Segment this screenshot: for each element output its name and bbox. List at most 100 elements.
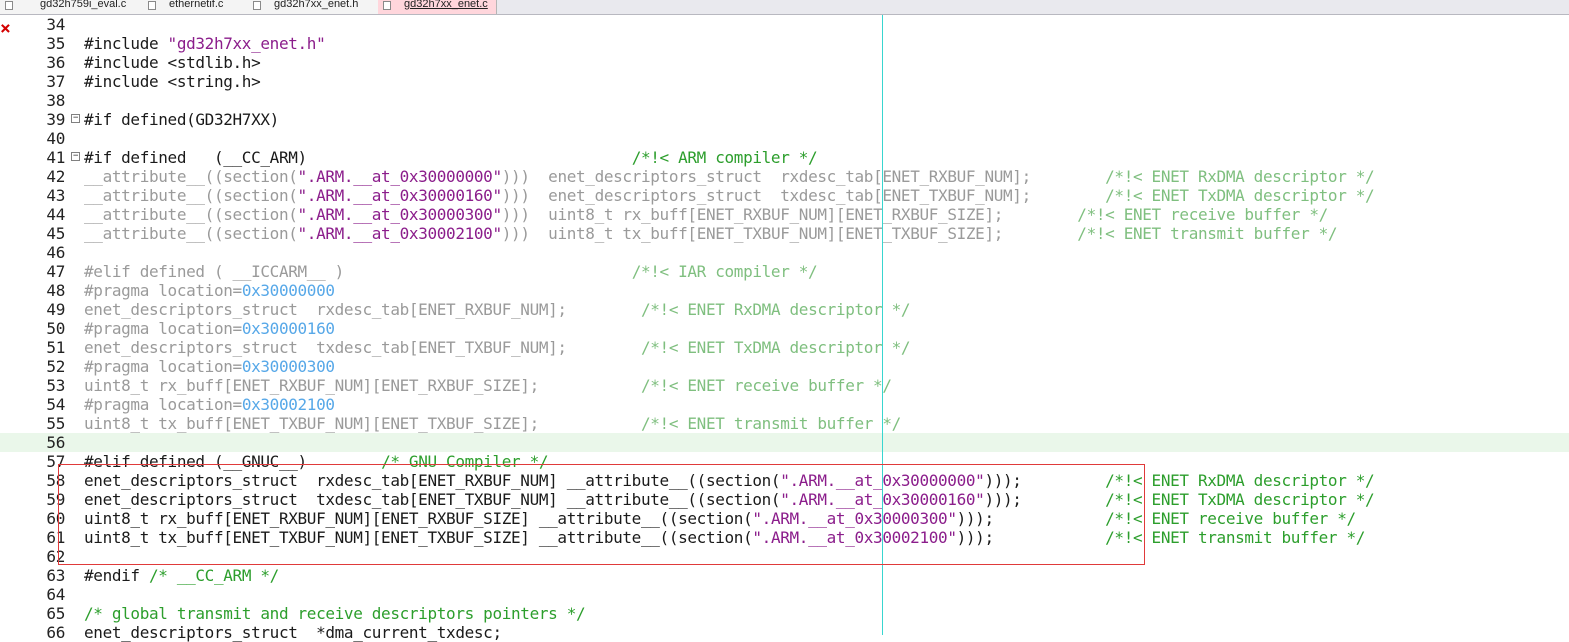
code-line[interactable]: 62 [0, 547, 1569, 566]
editor-tab-bar: gd32h759i_eval.c ethernetif.c gd32h7xx_e… [0, 0, 1569, 15]
code-line[interactable]: 50 #pragma location=0x30000160 [0, 319, 1569, 338]
line-number: 59 [46, 490, 65, 509]
code-line[interactable]: 37 #include <string.h> [0, 72, 1569, 91]
code-line[interactable]: 49 enet_descriptors_struct rxdesc_tab[ENE… [0, 300, 1569, 319]
code-line[interactable]: 56 [0, 433, 1569, 452]
code-line[interactable]: 43 __attribute__((section(".ARM.__at_0x30… [0, 186, 1569, 205]
code-line[interactable]: 55 uint8_t tx_buff[ENET_TXBUF_NUM][ENET_T… [0, 414, 1569, 433]
tab-label: ethernetif.c [169, 0, 224, 10]
line-number: 53 [46, 376, 65, 395]
code-line[interactable]: 48 #pragma location=0x30000000 [0, 281, 1569, 300]
line-number: 44 [46, 205, 65, 224]
line-number: 66 [46, 623, 65, 642]
tab-label: gd32h7xx_enet.h [274, 0, 359, 10]
line-number: 63 [46, 566, 65, 585]
line-number: 51 [46, 338, 65, 357]
code-text: __attribute__((section(".ARM.__at_0x3000… [84, 224, 1338, 243]
code-line[interactable]: 38 [0, 91, 1569, 110]
line-number: 65 [46, 604, 65, 623]
column-guide-line [882, 15, 883, 635]
line-number: 45 [46, 224, 65, 243]
tab-label: gd32h759i_eval.c [40, 0, 127, 10]
code-text: enet_descriptors_struct rxdesc_tab[ENET_… [84, 300, 911, 319]
code-line[interactable]: 59 enet_descriptors_struct txdesc_tab[ENE… [0, 490, 1569, 509]
line-number: 34 [46, 15, 65, 34]
code-text: #include "gd32h7xx_enet.h" [84, 34, 326, 53]
code-text: uint8_t rx_buff[ENET_RXBUF_NUM][ENET_RXB… [84, 509, 1356, 528]
code-text: #pragma location=0x30000000 [84, 281, 335, 300]
c-file-icon [148, 1, 156, 10]
tab-gd32h759i-eval-c[interactable]: gd32h759i_eval.c [0, 0, 144, 14]
code-line[interactable]: 60 uint8_t rx_buff[ENET_RXBUF_NUM][ENET_R… [0, 509, 1569, 528]
line-number: 41 [46, 148, 65, 167]
code-line[interactable]: 40 [0, 129, 1569, 148]
line-number: 54 [46, 395, 65, 414]
code-line[interactable]: 46 [0, 243, 1569, 262]
code-text: __attribute__((section(".ARM.__at_0x3000… [84, 186, 1375, 205]
line-number: 38 [46, 91, 65, 110]
code-text: #pragma location=0x30000300 [84, 357, 335, 376]
code-text: uint8_t rx_buff[ENET_RXBUF_NUM][ENET_RXB… [84, 376, 892, 395]
line-number: 46 [46, 243, 65, 262]
line-number: 37 [46, 72, 65, 91]
code-text: enet_descriptors_struct txdesc_tab[ENET_… [84, 490, 1375, 509]
code-line[interactable]: 52 #pragma location=0x30000300 [0, 357, 1569, 376]
line-number: 36 [46, 53, 65, 72]
h-file-icon [253, 1, 261, 10]
code-line[interactable]: 42 __attribute__((section(".ARM.__at_0x30… [0, 167, 1569, 186]
tab-gd32h7xx-enet-h[interactable]: gd32h7xx_enet.h [248, 0, 379, 14]
line-number: 62 [46, 547, 65, 566]
line-number: 49 [46, 300, 65, 319]
code-line[interactable]: 53 uint8_t rx_buff[ENET_RXBUF_NUM][ENET_R… [0, 376, 1569, 395]
code-line[interactable]: 35 #include "gd32h7xx_enet.h" [0, 34, 1569, 53]
code-line[interactable]: 63 #endif /* __CC_ARM */ [0, 566, 1569, 585]
code-text: #pragma location=0x30002100 [84, 395, 335, 414]
code-editor[interactable]: 34 35 #include "gd32h7xx_enet.h" 36 #include… [0, 15, 1569, 642]
code-line[interactable]: 44 __attribute__((section(".ARM.__at_0x30… [0, 205, 1569, 224]
code-line[interactable]: 36 #include <stdlib.h> [0, 53, 1569, 72]
code-line[interactable]: 64 [0, 585, 1569, 604]
line-number: 56 [46, 433, 65, 452]
line-number: 52 [46, 357, 65, 376]
code-text: #elif defined ( __ICCARM__ ) /*!< IAR co… [84, 262, 818, 281]
code-text: enet_descriptors_struct rxdesc_tab[ENET_… [84, 471, 1375, 490]
code-line[interactable]: 65 /* global transmit and receive descrip… [0, 604, 1569, 623]
code-text: __attribute__((section(".ARM.__at_0x3000… [84, 167, 1375, 186]
line-number: 35 [46, 34, 65, 53]
code-text: enet_descriptors_struct *dma_current_txd… [84, 623, 502, 642]
code-line[interactable]: 47 #elif defined ( __ICCARM__ ) /*!< IAR … [0, 262, 1569, 281]
line-number: 64 [46, 585, 65, 604]
line-number: 39 [46, 110, 65, 129]
code-line[interactable]: 57 #elif defined (__GNUC__) /* GNU Compil… [0, 452, 1569, 471]
c-file-icon [5, 1, 13, 10]
line-number: 50 [46, 319, 65, 338]
fold-toggle-icon[interactable]: − [71, 114, 80, 123]
code-text: __attribute__((section(".ARM.__at_0x3000… [84, 205, 1328, 224]
code-line[interactable]: 45 __attribute__((section(".ARM.__at_0x30… [0, 224, 1569, 243]
tab-label: gd32h7xx_enet.c [404, 0, 488, 10]
line-number: 42 [46, 167, 65, 186]
tab-ethernetif-c[interactable]: ethernetif.c [143, 0, 249, 14]
fold-toggle-icon[interactable]: − [71, 152, 80, 161]
line-number: 40 [46, 129, 65, 148]
code-line[interactable]: 34 [0, 15, 1569, 34]
line-number: 57 [46, 452, 65, 471]
line-number: 60 [46, 509, 65, 528]
code-line[interactable]: 61 uint8_t tx_buff[ENET_TXBUF_NUM][ENET_T… [0, 528, 1569, 547]
code-text: /* global transmit and receive descripto… [84, 604, 586, 623]
code-text: #pragma location=0x30000160 [84, 319, 335, 338]
code-text: #include <string.h> [84, 72, 261, 91]
code-text: #if defined (__CC_ARM) /*!< ARM compiler… [84, 148, 818, 167]
line-number: 47 [46, 262, 65, 281]
code-text: #include <stdlib.h> [84, 53, 261, 72]
code-line[interactable]: 41− #if defined (__CC_ARM) /*!< ARM compi… [0, 148, 1569, 167]
code-text: #elif defined (__GNUC__) /* GNU Compiler… [84, 452, 549, 471]
code-line[interactable]: 54 #pragma location=0x30002100 [0, 395, 1569, 414]
code-line[interactable]: 58 enet_descriptors_struct rxdesc_tab[ENE… [0, 471, 1569, 490]
code-text: uint8_t tx_buff[ENET_TXBUF_NUM][ENET_TXB… [84, 528, 1366, 547]
code-line[interactable]: 51 enet_descriptors_struct txdesc_tab[ENE… [0, 338, 1569, 357]
tab-gd32h7xx-enet-c[interactable]: gd32h7xx_enet.c [378, 0, 497, 14]
code-line[interactable]: 66 enet_descriptors_struct *dma_current_t… [0, 623, 1569, 642]
code-line[interactable]: 39− #if defined(GD32H7XX) [0, 110, 1569, 129]
code-text: #endif /* __CC_ARM */ [84, 566, 279, 585]
